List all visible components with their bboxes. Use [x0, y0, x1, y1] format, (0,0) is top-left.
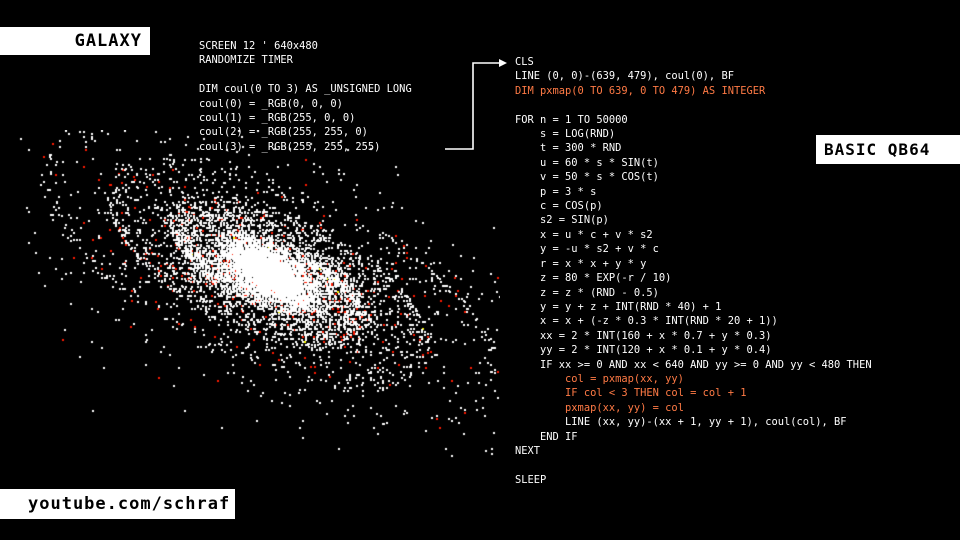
code-line: p = 3 * s [515, 185, 597, 198]
code-line: LINE (xx, yy)-(xx + 1, yy + 1), coul(col… [515, 416, 847, 429]
code-line: u = 60 * s * SIN(t) [515, 156, 659, 169]
code-line: c = COS(p) [515, 200, 603, 213]
code-line: END IF [515, 430, 578, 443]
code-line: col = pxmap(xx, yy) [515, 372, 684, 385]
code-line: DIM coul(0 TO 3) AS _UNSIGNED LONG [199, 83, 412, 96]
code-line: r = x * x + y * y [515, 257, 647, 270]
code-block-right: CLS LINE (0, 0)-(639, 479), coul(0), BF DI… [515, 55, 872, 487]
code-line: LINE (0, 0)-(639, 479), coul(0), BF [515, 70, 734, 83]
code-line: s = LOG(RND) [515, 128, 616, 141]
code-line: RANDOMIZE TIMER [199, 54, 293, 67]
code-line: pxmap(xx, yy) = col [515, 401, 684, 414]
code-line: coul(3) = _RGB(255, 255, 255) [199, 140, 381, 153]
code-line: SCREEN 12 ' 640x480 [199, 40, 318, 52]
code-line: v = 50 * s * COS(t) [515, 171, 659, 184]
code-line: yy = 2 * INT(120 + x * 0.1 + y * 0.4) [515, 344, 772, 357]
code-line: coul(2) = _RGB(255, 255, 0) [199, 126, 368, 139]
code-line: IF col < 3 THEN col = col + 1 [515, 387, 747, 400]
code-line: coul(0) = _RGB(0, 0, 0) [199, 97, 343, 110]
code-line: SLEEP [515, 473, 547, 486]
title-label: GALAXY [0, 27, 150, 55]
code-line: DIM pxmap(0 TO 639, 0 TO 479) AS INTEGER [515, 84, 766, 97]
code-line: xx = 2 * INT(160 + x * 0.7 + y * 0.3) [515, 329, 772, 342]
code-line: FOR n = 1 TO 50000 [515, 113, 628, 126]
code-line: t = 300 * RND [515, 142, 622, 155]
code-line: y = -u * s2 + v * c [515, 243, 659, 256]
code-line: coul(1) = _RGB(255, 0, 0) [199, 112, 356, 125]
code-line: z = z * (RND - 0.5) [515, 286, 659, 299]
url-label: youtube.com/schraf [0, 489, 235, 519]
code-line: NEXT [515, 444, 541, 457]
code-line: x = u * c + v * s2 [515, 228, 653, 241]
code-line: IF xx >= 0 AND xx < 640 AND yy >= 0 AND … [515, 358, 872, 371]
code-block-left: SCREEN 12 ' 640x480 RANDOMIZE TIMER DIM c… [199, 39, 412, 154]
code-line: s2 = SIN(p) [515, 214, 609, 227]
code-line: x = x + (-z * 0.3 * INT(RND * 20 + 1)) [515, 315, 778, 328]
galaxy-render [10, 130, 500, 470]
code-line: CLS [515, 56, 534, 68]
code-line: y = y + z + INT(RND * 40) + 1 [515, 300, 722, 313]
code-line: z = 80 * EXP(-r / 10) [515, 272, 672, 285]
